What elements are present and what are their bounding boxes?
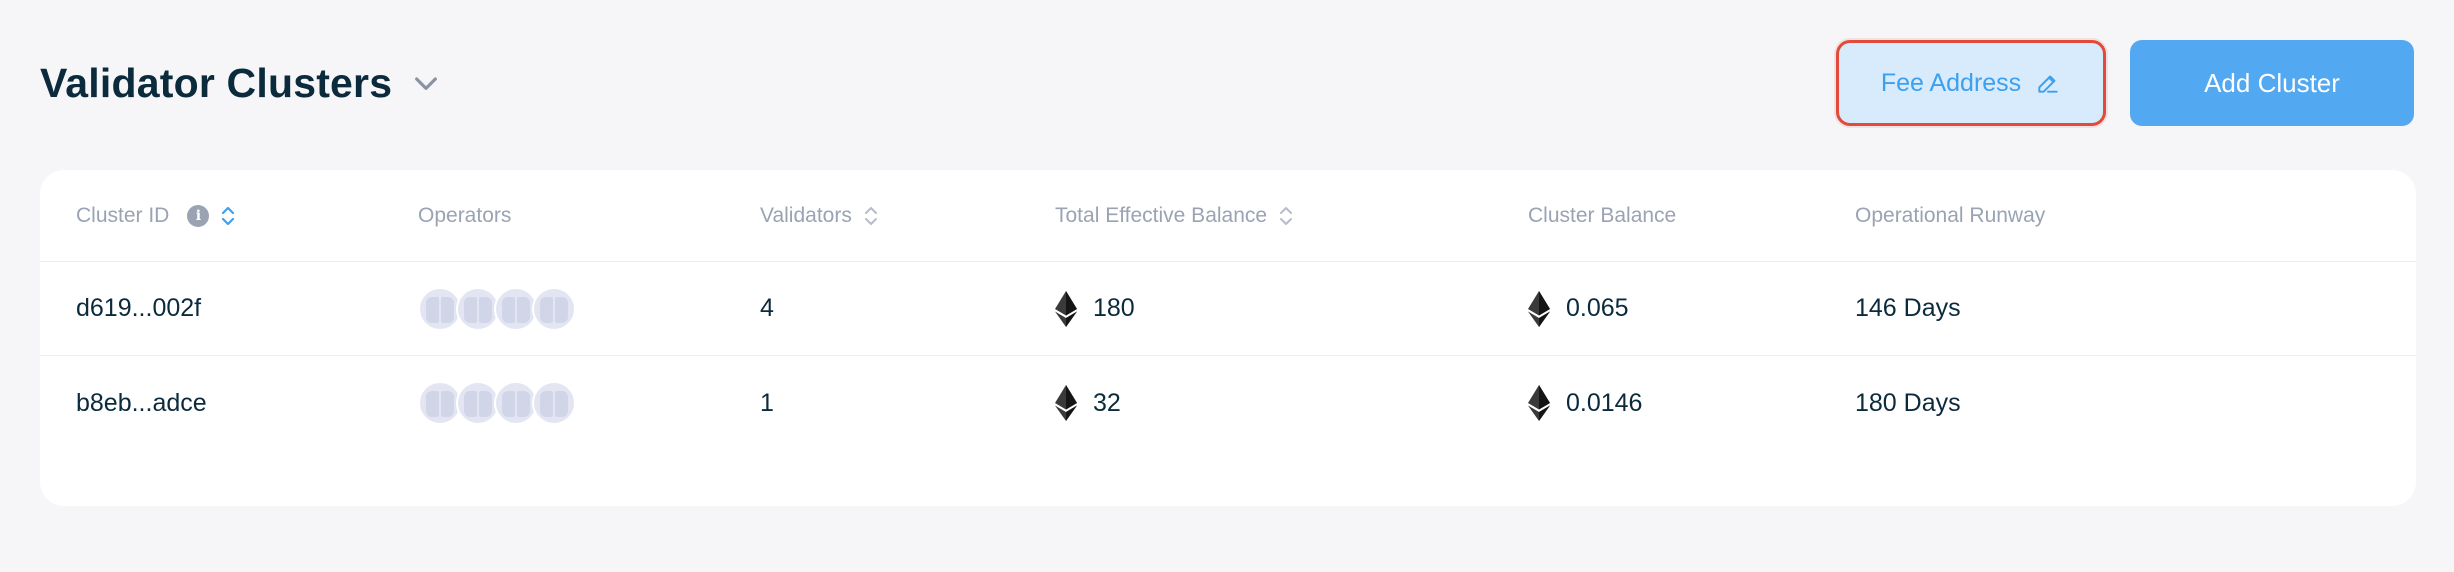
sort-icon[interactable]: [862, 203, 880, 229]
ethereum-icon: [1055, 290, 1077, 327]
column-validators[interactable]: Validators: [760, 170, 880, 261]
column-validators-label: Validators: [760, 203, 852, 227]
total-effective-balance-value: 180: [1093, 294, 1135, 322]
validators-cell: 1: [760, 388, 774, 417]
validators-cell: 4: [760, 294, 774, 322]
chevron-down-icon[interactable]: [410, 67, 442, 99]
operational-runway-cell: 146 Days: [1855, 294, 1961, 322]
validator-clusters-page: Validator Clusters Fee Address Add Clust…: [0, 0, 2454, 572]
page-header: Validator Clusters Fee Address Add Clust…: [40, 38, 2414, 128]
operator-avatar-icon: [532, 381, 576, 425]
cluster-id-cell: d619...002f: [76, 294, 202, 322]
cluster-id-cell: b8eb...adce: [76, 388, 207, 417]
operators-cell: [418, 356, 576, 450]
fee-address-label: Fee Address: [1880, 68, 2022, 97]
column-operational-runway-label: Operational Runway: [1855, 203, 2046, 227]
cluster-balance-cell: 0.0146: [1528, 356, 1642, 450]
operational-runway-cell: 180 Days: [1855, 388, 1961, 417]
header-actions: Fee Address Add Cluster: [1836, 40, 2414, 126]
pencil-icon: [2035, 70, 2061, 96]
column-total-effective-balance-label: Total Effective Balance: [1055, 203, 1268, 227]
fee-address-button[interactable]: Fee Address: [1836, 40, 2106, 126]
column-cluster-balance-label: Cluster Balance: [1528, 203, 1677, 227]
total-effective-balance-cell: 180: [1055, 262, 1135, 355]
ethereum-icon: [1055, 385, 1077, 421]
column-operators-label: Operators: [418, 203, 512, 227]
operator-avatar-icon: [532, 286, 576, 331]
page-title: Validator Clusters: [40, 59, 393, 106]
sort-icon[interactable]: [1277, 203, 1295, 229]
add-cluster-button[interactable]: Add Cluster: [2130, 40, 2414, 126]
table-header: Cluster ID i Operators Validators Total …: [40, 170, 2416, 262]
operators-cell: [418, 262, 576, 355]
table-row[interactable]: b8eb...adce 1 32 0.0146 180 Days: [40, 356, 2416, 450]
column-total-effective-balance[interactable]: Total Effective Balance: [1055, 170, 1295, 261]
sort-icon[interactable]: [219, 203, 237, 229]
column-cluster-id[interactable]: Cluster ID i: [76, 170, 237, 261]
ethereum-icon: [1528, 385, 1550, 421]
clusters-table: Cluster ID i Operators Validators Total …: [40, 170, 2416, 506]
table-row[interactable]: d619...002f 4 180 0.065 146 Days: [40, 262, 2416, 356]
info-icon[interactable]: i: [187, 204, 210, 227]
column-operational-runway: Operational Runway: [1855, 170, 2045, 261]
column-cluster-balance: Cluster Balance: [1528, 170, 1676, 261]
total-effective-balance-value: 32: [1093, 388, 1121, 417]
column-operators: Operators: [418, 170, 511, 261]
cluster-balance-cell: 0.065: [1528, 262, 1629, 355]
column-cluster-id-label: Cluster ID: [76, 203, 170, 227]
cluster-balance-value: 0.0146: [1566, 388, 1643, 417]
ethereum-icon: [1528, 290, 1550, 327]
total-effective-balance-cell: 32: [1055, 356, 1121, 450]
cluster-balance-value: 0.065: [1566, 294, 1629, 322]
title-dropdown[interactable]: Validator Clusters: [40, 60, 442, 107]
